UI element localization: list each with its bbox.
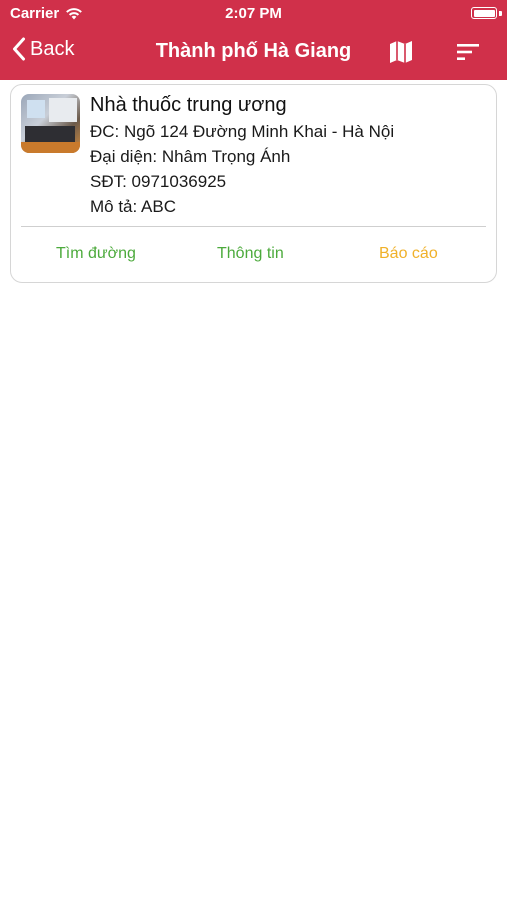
pharmacy-thumbnail bbox=[21, 94, 80, 153]
sort-button[interactable] bbox=[455, 42, 481, 62]
sort-icon bbox=[457, 44, 479, 60]
card-actions: Tìm đường Thông tin Báo cáo bbox=[11, 245, 496, 269]
pharmacy-name: Nhà thuốc trung ương bbox=[90, 94, 287, 116]
info-button[interactable]: Thông tin bbox=[217, 245, 284, 263]
report-button[interactable]: Báo cáo bbox=[379, 245, 438, 263]
map-button[interactable] bbox=[388, 40, 414, 64]
page-title: Thành phố Hà Giang bbox=[155, 40, 352, 62]
clock: 2:07 PM bbox=[225, 5, 282, 22]
pharmacy-card[interactable]: Nhà thuốc trung ương ĐC: Ngõ 124 Đường M… bbox=[10, 84, 497, 283]
pharmacy-info: Nhà thuốc trung ương ĐC: Ngõ 124 Đường M… bbox=[90, 91, 488, 219]
battery-tip bbox=[499, 11, 502, 16]
header-bar: Carrier 2:07 PM Back Thành phố Hà Giang bbox=[0, 0, 507, 80]
pharmacy-description: Mô tả: ABC bbox=[90, 197, 176, 216]
battery-icon bbox=[471, 7, 497, 19]
card-divider bbox=[21, 226, 486, 227]
pharmacy-representative: Đại diện: Nhâm Trọng Ánh bbox=[90, 147, 291, 166]
map-icon bbox=[390, 41, 412, 63]
pharmacy-phone: SĐT: 0971036925 bbox=[90, 172, 227, 191]
pharmacy-address: ĐC: Ngõ 124 Đường Minh Khai - Hà Nội bbox=[90, 122, 395, 141]
navigation-bar: Back Thành phố Hà Giang bbox=[0, 30, 507, 76]
status-bar: Carrier 2:07 PM bbox=[0, 0, 507, 28]
directions-button[interactable]: Tìm đường bbox=[56, 245, 136, 263]
